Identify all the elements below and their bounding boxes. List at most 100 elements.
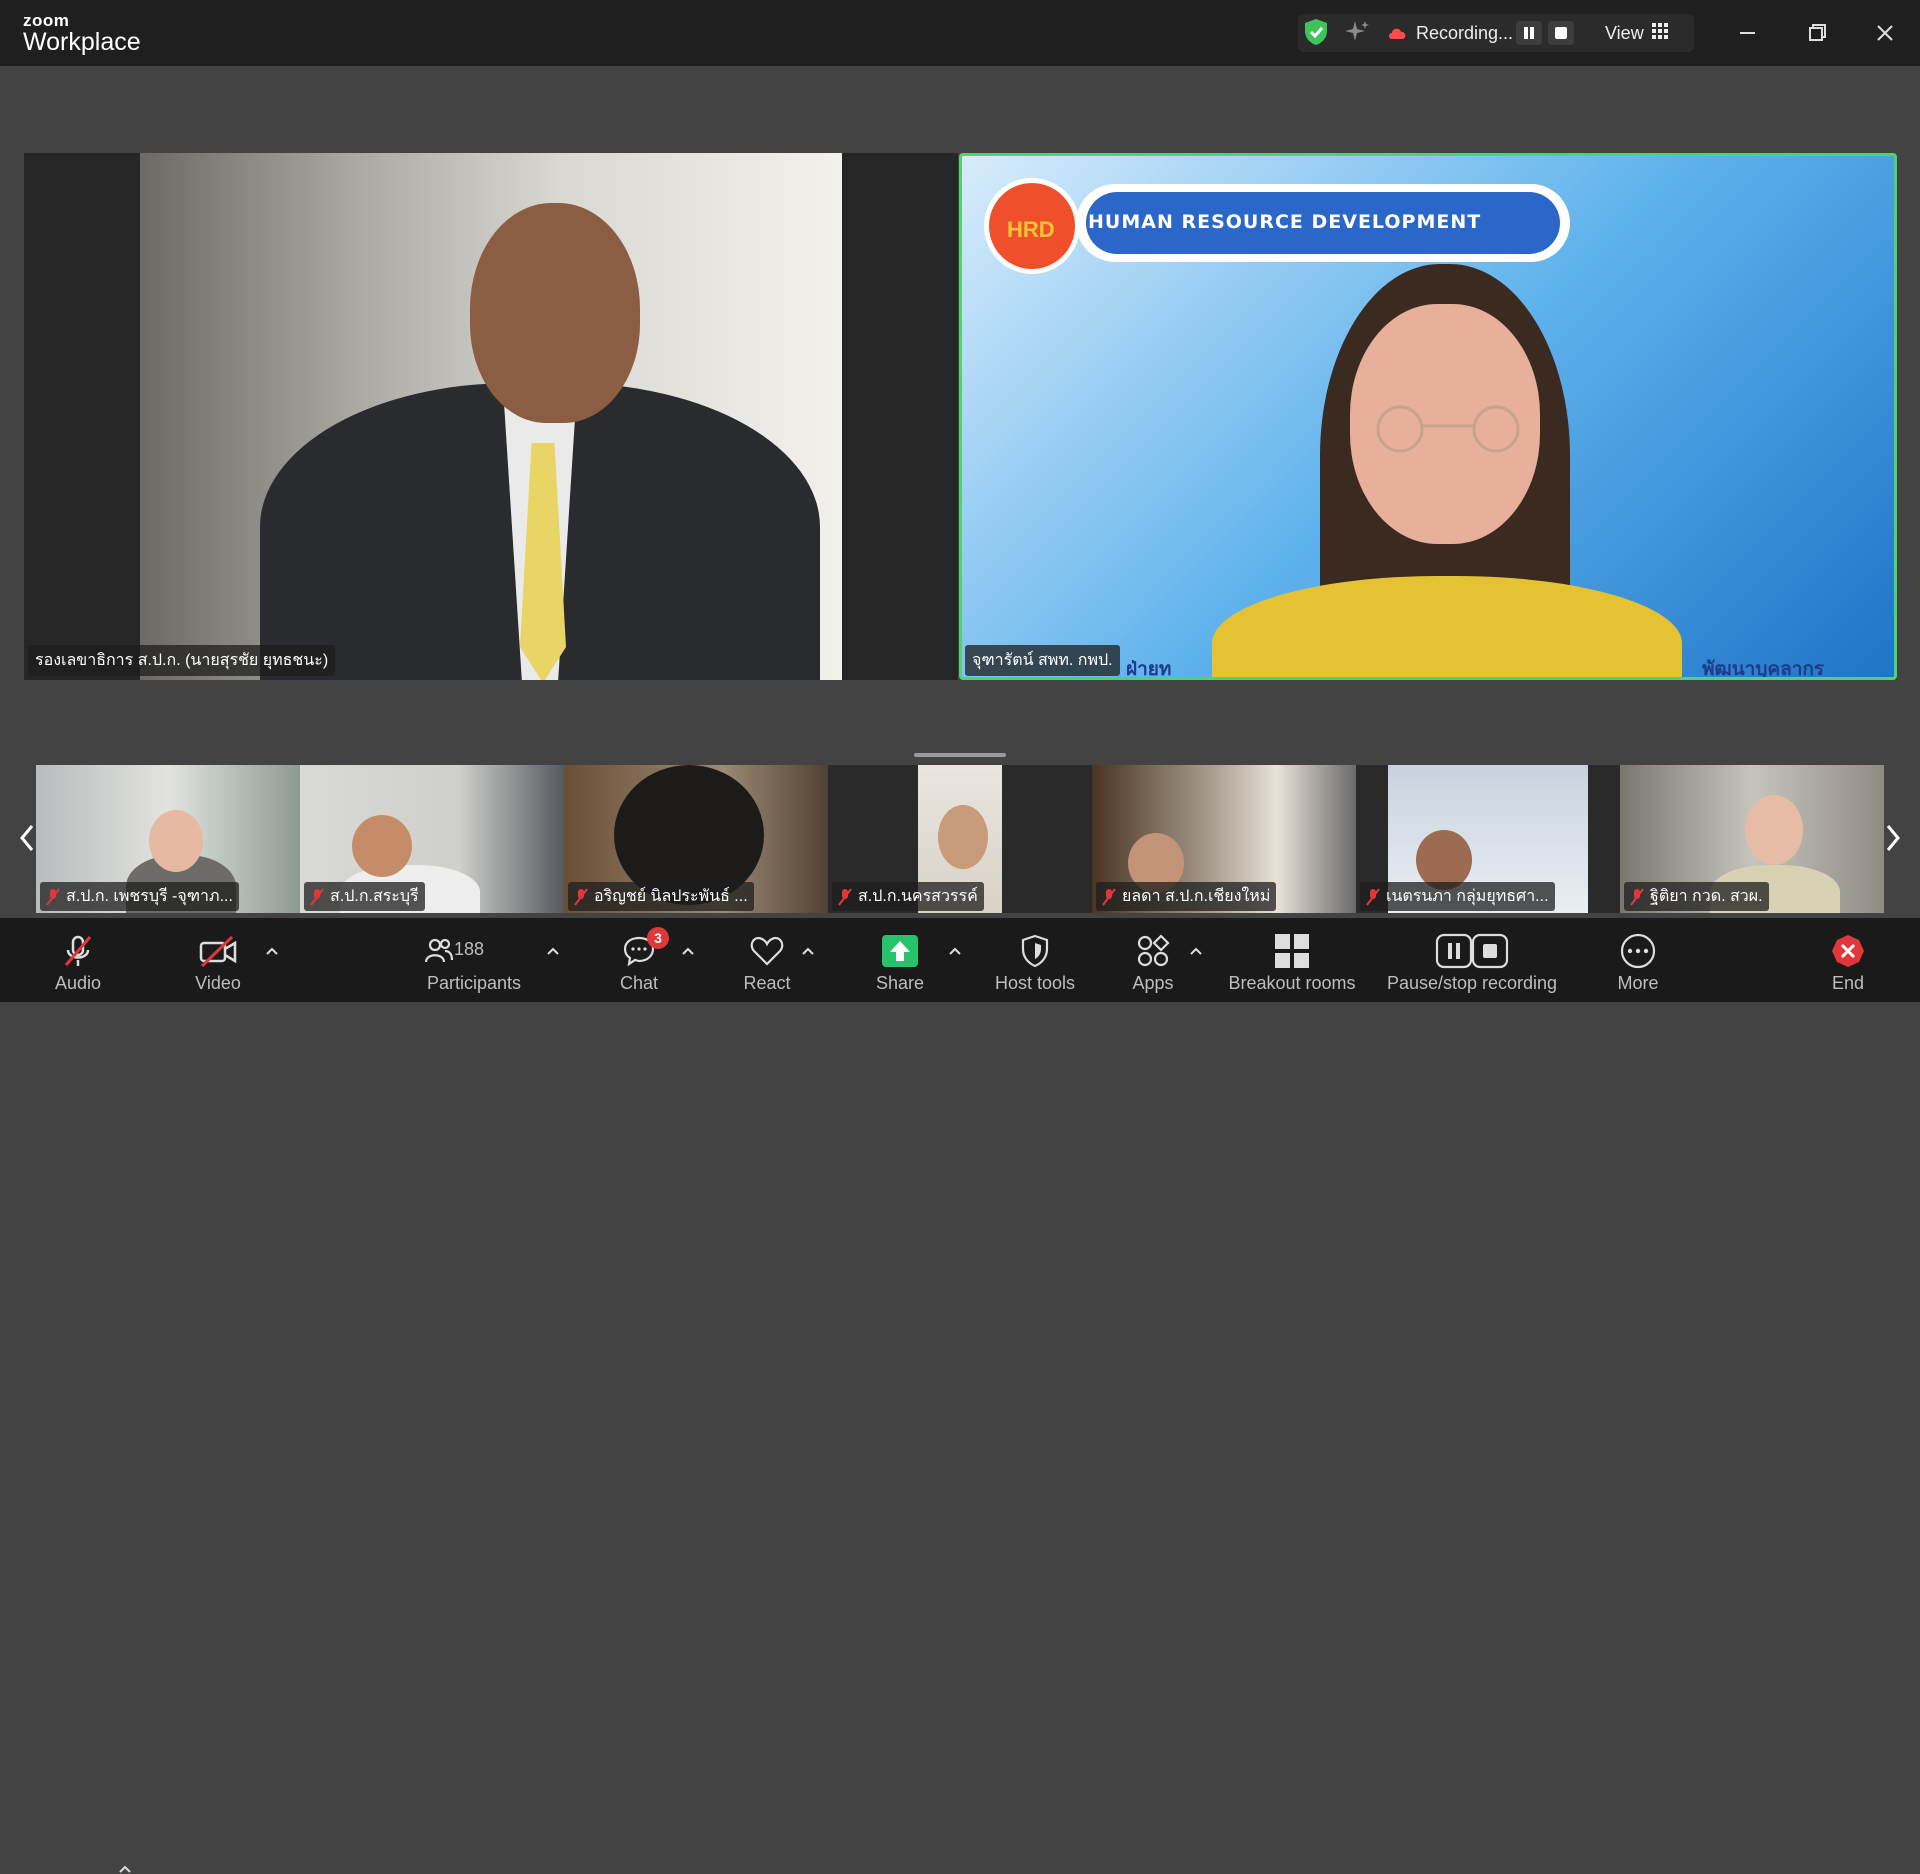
speaker-body — [1212, 576, 1682, 677]
apps-options-caret-icon[interactable] — [1189, 946, 1203, 956]
mic-muted-icon — [574, 887, 588, 906]
mic-muted-icon — [310, 887, 324, 906]
mic-muted-icon — [1366, 887, 1380, 906]
participants-options-caret-icon[interactable] — [546, 946, 560, 956]
sparkle-icon[interactable] — [1344, 19, 1370, 45]
pause-stop-label: Pause/stop recording — [1386, 973, 1558, 993]
stop-recording-button[interactable] — [1548, 21, 1574, 45]
pause-recording-button[interactable] — [1516, 21, 1542, 45]
chat-label: Chat — [619, 973, 659, 993]
share-label: Share — [875, 973, 925, 993]
react-options-caret-icon[interactable] — [801, 946, 815, 956]
participants-label: Participants — [426, 973, 522, 993]
slide-title: HUMAN RESOURCE DEVELOPMENT — [1088, 211, 1482, 233]
gallery-name-tag: อริญชย์ นิลประพันธ์ ... — [568, 882, 754, 911]
participant-head — [470, 203, 640, 423]
participant-head — [352, 815, 412, 877]
gallery-name-tag: เนตรนภา กลุ่มยุทธศา... — [1360, 882, 1555, 911]
apps-label: Apps — [1132, 973, 1174, 993]
gallery-tile[interactable]: อริญชย์ นิลประพันธ์ ... — [564, 765, 828, 913]
end-label: End — [1831, 973, 1865, 993]
video-off-icon — [199, 935, 237, 968]
gallery-name: ส.ป.ก.นครสวรรค์ — [858, 888, 978, 905]
heart-icon — [750, 936, 784, 966]
gallery-name-tag: ส.ป.ก.นครสวรรค์ — [832, 882, 984, 911]
video-label: Video — [195, 973, 241, 993]
host-tools-button[interactable]: Host tools — [987, 918, 1083, 1002]
host-tools-label: Host tools — [994, 973, 1076, 993]
pause-stop-recording-button[interactable]: Pause/stop recording — [1382, 918, 1562, 1002]
gallery-tile[interactable]: ส.ป.ก. เพชรบุรี -จุฑาภ... — [36, 765, 300, 913]
participant-head — [938, 805, 988, 869]
shield-check-icon[interactable] — [1303, 18, 1329, 46]
breakout-rooms-icon — [1275, 934, 1309, 968]
restore-icon[interactable] — [1800, 16, 1834, 50]
glasses-icon — [1376, 405, 1520, 453]
grid-icon[interactable] — [1652, 23, 1668, 39]
more-button[interactable]: More — [1608, 918, 1668, 1002]
mic-muted-icon — [1630, 887, 1644, 906]
gallery-name: ยลดา ส.ป.ก.เชียงใหม่ — [1122, 888, 1271, 905]
gallery-tile[interactable]: ส.ป.ก.นครสวรรค์ — [828, 765, 1092, 913]
cloud-icon — [1389, 28, 1406, 39]
audio-button[interactable]: Audio — [48, 918, 108, 1002]
title-bar: zoom Workplace Recording... View — [0, 0, 1920, 66]
apps-icon — [1137, 934, 1170, 967]
chat-options-caret-icon[interactable] — [681, 946, 695, 956]
participants-button[interactable]: 188 Participants — [418, 918, 530, 1002]
video-options-caret-icon[interactable] — [265, 946, 279, 956]
gallery-tile[interactable]: เนตรนภา กลุ่มยุทธศา... — [1356, 765, 1620, 913]
participant-name-tag: รองเลขาธิการ ส.ป.ก. (นายสุรชัย ยุทธชนะ) — [28, 645, 336, 676]
participant-head — [1416, 830, 1472, 890]
breakout-rooms-label: Breakout rooms — [1228, 973, 1356, 993]
brand-small: zoom — [23, 11, 70, 30]
gallery-name: ฐิติยา กวด. สวผ. — [1650, 888, 1763, 905]
gallery-tile[interactable]: ส.ป.ก.สระบุรี — [300, 765, 564, 913]
more-icon — [1620, 933, 1656, 969]
app-logo: zoom Workplace — [23, 12, 141, 55]
apps-button[interactable]: Apps — [1123, 918, 1183, 1002]
hrd-logo: HRD — [984, 178, 1080, 274]
more-label: More — [1617, 973, 1659, 993]
close-icon[interactable] — [1868, 16, 1902, 50]
recording-status: Recording... — [1416, 23, 1514, 43]
video-button[interactable]: Video — [188, 918, 248, 1002]
gallery-name: ส.ป.ก. เพชรบุรี -จุฑาภ... — [66, 888, 233, 905]
gallery-name: อริญชย์ นิลประพันธ์ ... — [594, 888, 748, 905]
minimize-icon[interactable] — [1730, 16, 1764, 50]
react-button[interactable]: React — [737, 918, 797, 1002]
mic-muted-icon — [64, 935, 92, 966]
react-label: React — [743, 973, 791, 993]
resize-handle[interactable] — [914, 753, 1006, 757]
chat-unread-badge: 3 — [647, 927, 669, 949]
end-button[interactable]: End — [1818, 918, 1878, 1002]
audio-options-caret-icon[interactable] — [118, 1864, 132, 1874]
chevron-right-icon[interactable] — [1882, 820, 1904, 856]
audio-label: Audio — [54, 973, 102, 993]
participant-head — [149, 810, 203, 872]
chat-button[interactable]: 3 Chat — [609, 918, 669, 1002]
participant-count: 188 — [454, 939, 485, 959]
hrd-logo-text: HRD — [1007, 217, 1055, 242]
chevron-left-icon[interactable] — [16, 820, 38, 856]
gallery-tile[interactable]: ยลดา ส.ป.ก.เชียงใหม่ — [1092, 765, 1356, 913]
mic-muted-icon — [1102, 887, 1116, 906]
gallery-name: ส.ป.ก.สระบุรี — [330, 888, 419, 905]
gallery-name: เนตรนภา กลุ่มยุทธศา... — [1386, 888, 1549, 905]
video-tile-main-left[interactable]: รองเลขาธิการ ส.ป.ก. (นายสุรชัย ยุทธชนะ) — [24, 153, 958, 680]
pause-stop-icon — [1435, 933, 1509, 969]
view-button[interactable]: View — [1605, 23, 1644, 44]
meeting-toolbar: Audio Video 188 Participants 3 Chat Reac… — [0, 918, 1920, 1873]
share-options-caret-icon[interactable] — [948, 946, 962, 956]
slide-footer-right: พัฒนาบุคลากร — [1702, 659, 1825, 680]
mic-muted-icon — [46, 887, 60, 906]
participant-head — [1745, 795, 1803, 865]
mic-muted-icon — [838, 887, 852, 906]
share-button[interactable]: Share — [870, 918, 930, 1002]
breakout-rooms-button[interactable]: Breakout rooms — [1222, 918, 1362, 1002]
gallery-name-tag: ยลดา ส.ป.ก.เชียงใหม่ — [1096, 882, 1277, 911]
gallery-tile[interactable]: ฐิติยา กวด. สวผ. — [1620, 765, 1884, 913]
video-tile-active-speaker[interactable]: HUMAN RESOURCE DEVELOPMENT HRD ฝ่ายท พัฒ… — [959, 153, 1897, 680]
slide-footer-left: ฝ่ายท — [1126, 659, 1172, 680]
camera-feed — [140, 153, 842, 680]
